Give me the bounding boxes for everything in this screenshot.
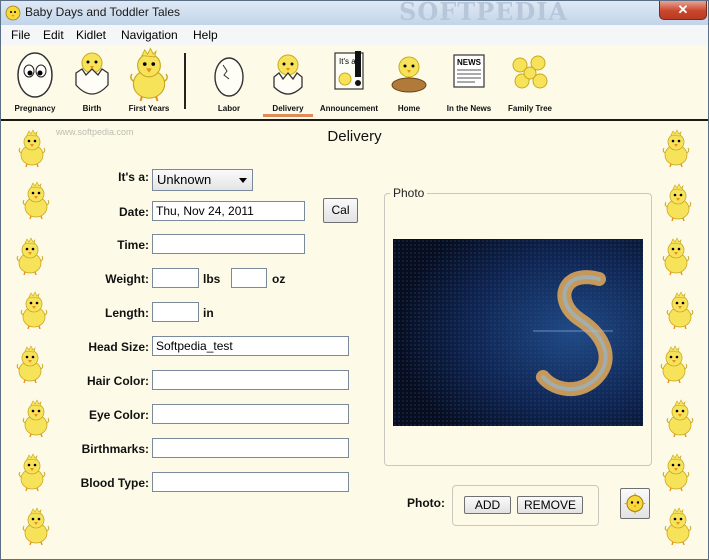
length-field[interactable] [152,302,199,322]
cracked-egg-icon [214,57,244,97]
chick-decoration-icon [659,345,689,383]
app-window: Baby Days and Toddler Tales SOFTPEDIA ✕ … [0,0,709,560]
chick-decoration-icon [19,291,49,329]
dropdown-arrow-icon [239,178,247,183]
weight-lbs-field[interactable] [152,268,199,288]
newspaper-icon: NEWS [453,54,485,88]
toolbar: Pregnancy Birth First Years Labor Delive… [1,45,708,121]
toolbar-label: Family Tree [507,104,553,113]
photo-group-label: Photo [390,186,428,200]
weight-oz-field[interactable] [231,268,267,288]
menu-edit[interactable]: Edit [43,28,64,42]
birthmarks-label: Birthmarks: [81,442,149,456]
toolbar-label: Birth [82,104,102,113]
length-unit: in [203,306,214,320]
date-field[interactable] [152,201,305,221]
blood-type-field[interactable] [152,472,349,492]
toolbar-home-button[interactable]: Home [386,47,432,117]
toolbar-labor-button[interactable]: Labor [207,47,251,117]
chick-icon [127,47,171,101]
chick-action-button[interactable] [620,488,650,519]
photo-label: Photo: [407,496,445,510]
toolbar-label: Announcement [319,104,379,113]
menu-help[interactable]: Help [193,28,218,42]
chick-decoration-icon [661,237,691,275]
toolbar-delivery-button[interactable]: Delivery [263,47,313,117]
sun-chick-icon [624,492,646,515]
toolbar-in-the-news-button[interactable]: NEWS In the News [443,47,495,117]
toolbar-label: Home [397,104,421,113]
chick-decoration-icon [665,399,695,437]
nest-chick-icon [391,56,427,93]
toolbar-separator [184,53,186,109]
weight-label: Weight: [105,272,149,286]
toolbar-label: In the News [446,104,492,113]
egg-eyes-icon [17,52,53,98]
menu-navigation[interactable]: Navigation [121,28,178,42]
window-title: Baby Days and Toddler Tales [25,5,180,19]
announcement-icon-text: It's a [339,57,356,66]
eye-color-label: Eye Color: [88,408,149,422]
close-button[interactable]: ✕ [659,1,707,20]
chick-decoration-icon [15,345,45,383]
announcement-sign-icon: It's a [334,51,364,90]
its-a-select[interactable]: Unknown [152,169,253,191]
head-size-label: Head Size: [88,340,149,354]
toolbar-family-tree-button[interactable]: Family Tree [504,47,556,117]
hatching-chick-icon [75,52,109,95]
head-size-field[interactable] [152,336,349,356]
page-title: Delivery [327,128,382,145]
chick-decoration-icon [21,181,51,219]
toolbar-label: Labor [217,104,241,113]
news-icon-text: NEWS [457,58,482,67]
add-photo-button[interactable]: ADD [464,496,511,514]
menu-bar: File Edit Kidlet Navigation Help [1,25,708,45]
toolbar-label: Pregnancy [14,104,56,113]
photo-image-icon [393,239,643,426]
chick-decoration-icon [663,183,693,221]
hair-color-label: Hair Color: [86,374,149,388]
title-bar[interactable]: Baby Days and Toddler Tales SOFTPEDIA ✕ [1,1,708,26]
app-chick-icon [5,5,21,21]
chick-decoration-icon [21,507,51,545]
chick-decoration-icon [661,129,691,167]
close-icon: ✕ [677,2,689,17]
weight-oz-unit: oz [272,272,286,286]
hatched-chick-icon [273,54,303,95]
chick-decoration-icon [21,399,51,437]
hair-color-field[interactable] [152,370,349,390]
toolbar-label: First Years [128,104,170,113]
blood-type-label: Blood Type: [80,476,149,490]
its-a-value: Unknown [157,172,212,187]
menu-file[interactable]: File [11,28,30,42]
toolbar-announcement-button[interactable]: It's a Announcement [319,47,379,117]
length-label: Length: [105,306,149,320]
birthmarks-field[interactable] [152,438,349,458]
baby-photo [393,239,643,426]
menu-kidlet[interactable]: Kidlet [76,28,106,42]
time-field[interactable] [152,234,305,254]
chick-family-icon [512,55,548,89]
eye-color-field[interactable] [152,404,349,424]
toolbar-pregnancy-button[interactable]: Pregnancy [9,47,61,117]
chick-decoration-icon [17,129,47,167]
chick-decoration-icon [17,453,47,491]
chick-decoration-icon [663,507,693,545]
its-a-label: It's a: [118,170,149,184]
time-label: Time: [117,238,149,252]
softpedia-watermark: SOFTPEDIA [399,0,569,26]
active-tab-indicator [263,114,313,117]
date-label: Date: [118,205,149,219]
weight-lbs-unit: lbs [203,272,221,286]
chick-decoration-icon [661,453,691,491]
chick-decoration-icon [665,291,695,329]
chick-decoration-icon [15,237,45,275]
toolbar-first-years-button[interactable]: First Years [121,47,177,117]
toolbar-birth-button[interactable]: Birth [67,47,117,117]
remove-photo-button[interactable]: REMOVE [517,496,583,514]
toolbar-label: Delivery [272,104,304,113]
cal-button[interactable]: Cal [323,198,358,223]
